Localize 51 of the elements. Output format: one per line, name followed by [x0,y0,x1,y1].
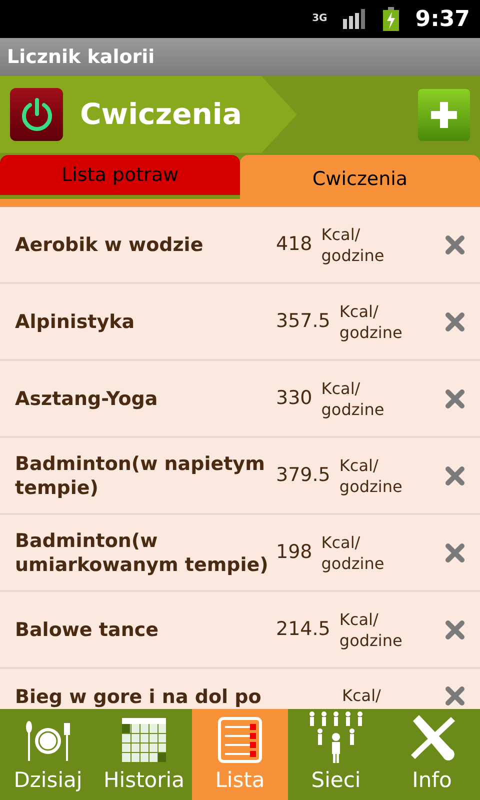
exercise-name: Bieg w gore i na dol po [15,685,262,709]
delete-button[interactable] [444,618,466,640]
close-icon [445,234,465,254]
exercise-name: Alpinistyka [15,310,136,334]
power-icon [20,96,54,132]
list-icon [218,716,262,762]
exercise-name: Badminton(w umiarkowanym tempie) [15,528,270,576]
app-title: Licznik kalorii [7,44,155,70]
calorie-unit: Kcal/ godzine [339,608,404,650]
header-title: Cwiczenia [80,96,242,133]
signal-icon [343,9,368,29]
calorie-value: 214.5 [276,617,330,642]
close-icon [445,542,465,562]
close-icon [445,466,465,486]
calorie-value: 357.5 [276,309,330,334]
close-icon [445,312,465,332]
calorie-value: 330 [276,386,312,412]
delete-button[interactable] [444,685,466,707]
calorie-unit: Kcal/ godzine [321,378,386,420]
plus-icon [431,102,457,128]
nav-tab[interactable]: Lista [192,709,288,800]
exercise-name: Balowe tance [15,618,160,642]
calorie-value: 379.5 [276,463,330,488]
tab[interactable]: Lista potraw [0,155,240,195]
delete-button[interactable] [444,388,466,410]
close-icon [445,388,465,408]
close-icon [445,620,465,640]
network-label: 3G [312,14,328,24]
power-button[interactable] [10,88,63,141]
exercise-name: Badminton(w napietym tempie) [15,452,266,500]
plate-icon [24,718,72,762]
add-button[interactable] [418,88,470,140]
calorie-unit: Kcal/ godzine [321,224,386,266]
calorie-value: 418 [276,232,312,258]
delete-button[interactable] [444,234,466,256]
tab[interactable]: Cwiczenia [240,155,480,199]
delete-button[interactable] [444,310,466,332]
exercise-name: Aerobik w wodzie [15,232,204,256]
exercise-name: Asztang-Yoga [15,386,159,410]
people-icon [308,710,364,762]
calorie-unit: Kcal/ [342,685,382,706]
calorie-unit: Kcal/ godzine [321,532,386,574]
calendar-icon [121,716,167,762]
clock-text: 9:37 [415,6,470,34]
close-icon [445,686,465,706]
battery-icon [383,7,400,31]
calorie-unit: Kcal/ godzine [339,454,404,496]
delete-button[interactable] [444,464,466,486]
calorie-value: 198 [276,540,312,566]
calorie-unit: Kcal/ godzine [339,300,404,342]
delete-button[interactable] [444,542,466,564]
